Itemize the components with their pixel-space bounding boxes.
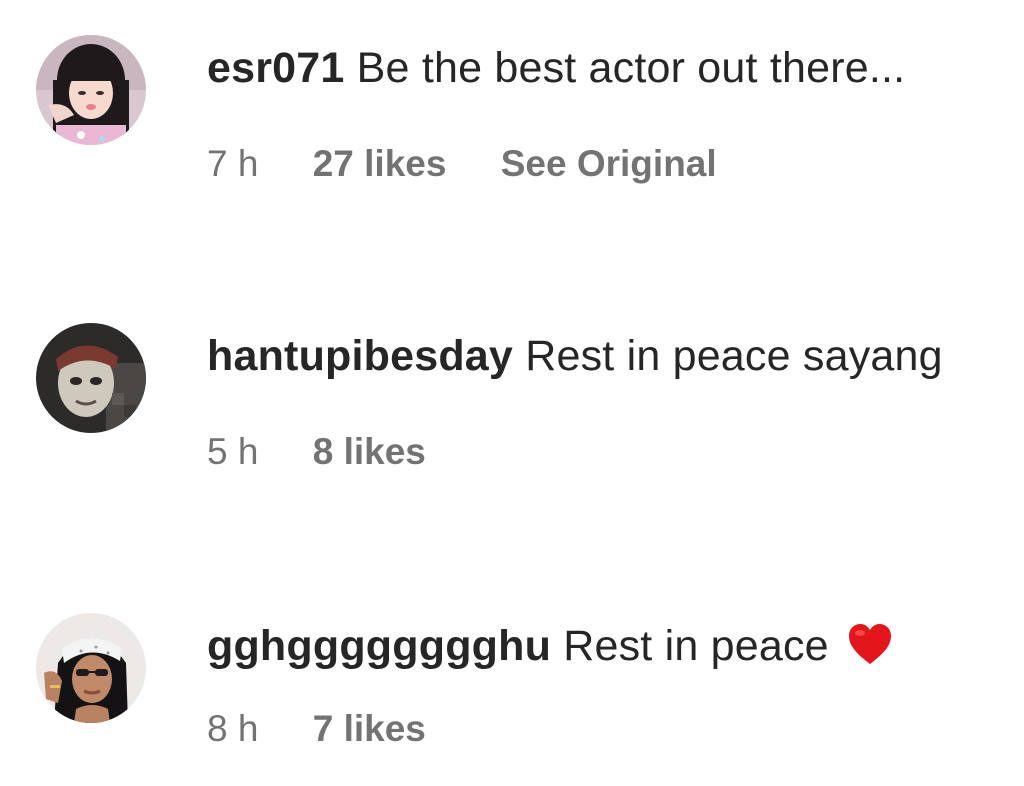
comment-time: 7 h — [207, 143, 259, 185]
comment-likes[interactable]: 27 likes — [313, 139, 447, 189]
avatar[interactable] — [36, 323, 146, 433]
comment-time: 5 h — [207, 431, 259, 473]
comment-meta: 8 h 7 likes — [207, 702, 987, 754]
see-original-link[interactable]: See Original — [501, 139, 717, 189]
avatar-woman-bandana-icon — [36, 613, 146, 723]
comment-body: gghgggggggghu Rest in peace 8 h 7 likes — [207, 615, 987, 754]
comment-likes[interactable]: 8 likes — [313, 427, 426, 477]
avatar[interactable] — [36, 35, 146, 145]
avatar[interactable] — [36, 613, 146, 723]
comment-time: 8 h — [207, 708, 259, 750]
comment-meta: 5 h 8 likes — [207, 425, 987, 477]
comment-text: hantupibesday Rest in peace sayang — [207, 325, 987, 388]
avatar-girl-pink-icon — [36, 35, 146, 145]
comment-message: Rest in peace sayang — [525, 332, 943, 380]
comment-meta: 7 h 27 likes See Original — [207, 137, 987, 189]
comment-likes[interactable]: 7 likes — [313, 704, 426, 754]
avatar-masked-face-icon — [36, 323, 146, 433]
comment-body: esr071 Be the best actor out there... 7 … — [207, 37, 987, 189]
comment-text: gghgggggggghu Rest in peace — [207, 615, 987, 684]
comment-username[interactable]: esr071 — [207, 44, 345, 92]
comment-username[interactable]: gghgggggggghu — [207, 622, 551, 670]
comment-username[interactable]: hantupibesday — [207, 332, 513, 380]
comment-body: hantupibesday Rest in peace sayang 5 h 8… — [207, 325, 987, 477]
comment-message: Be the best actor out there... — [356, 44, 906, 92]
red-heart-icon — [847, 621, 893, 684]
comment-text: esr071 Be the best actor out there... — [207, 37, 987, 100]
comment-message: Rest in peace — [563, 622, 829, 670]
